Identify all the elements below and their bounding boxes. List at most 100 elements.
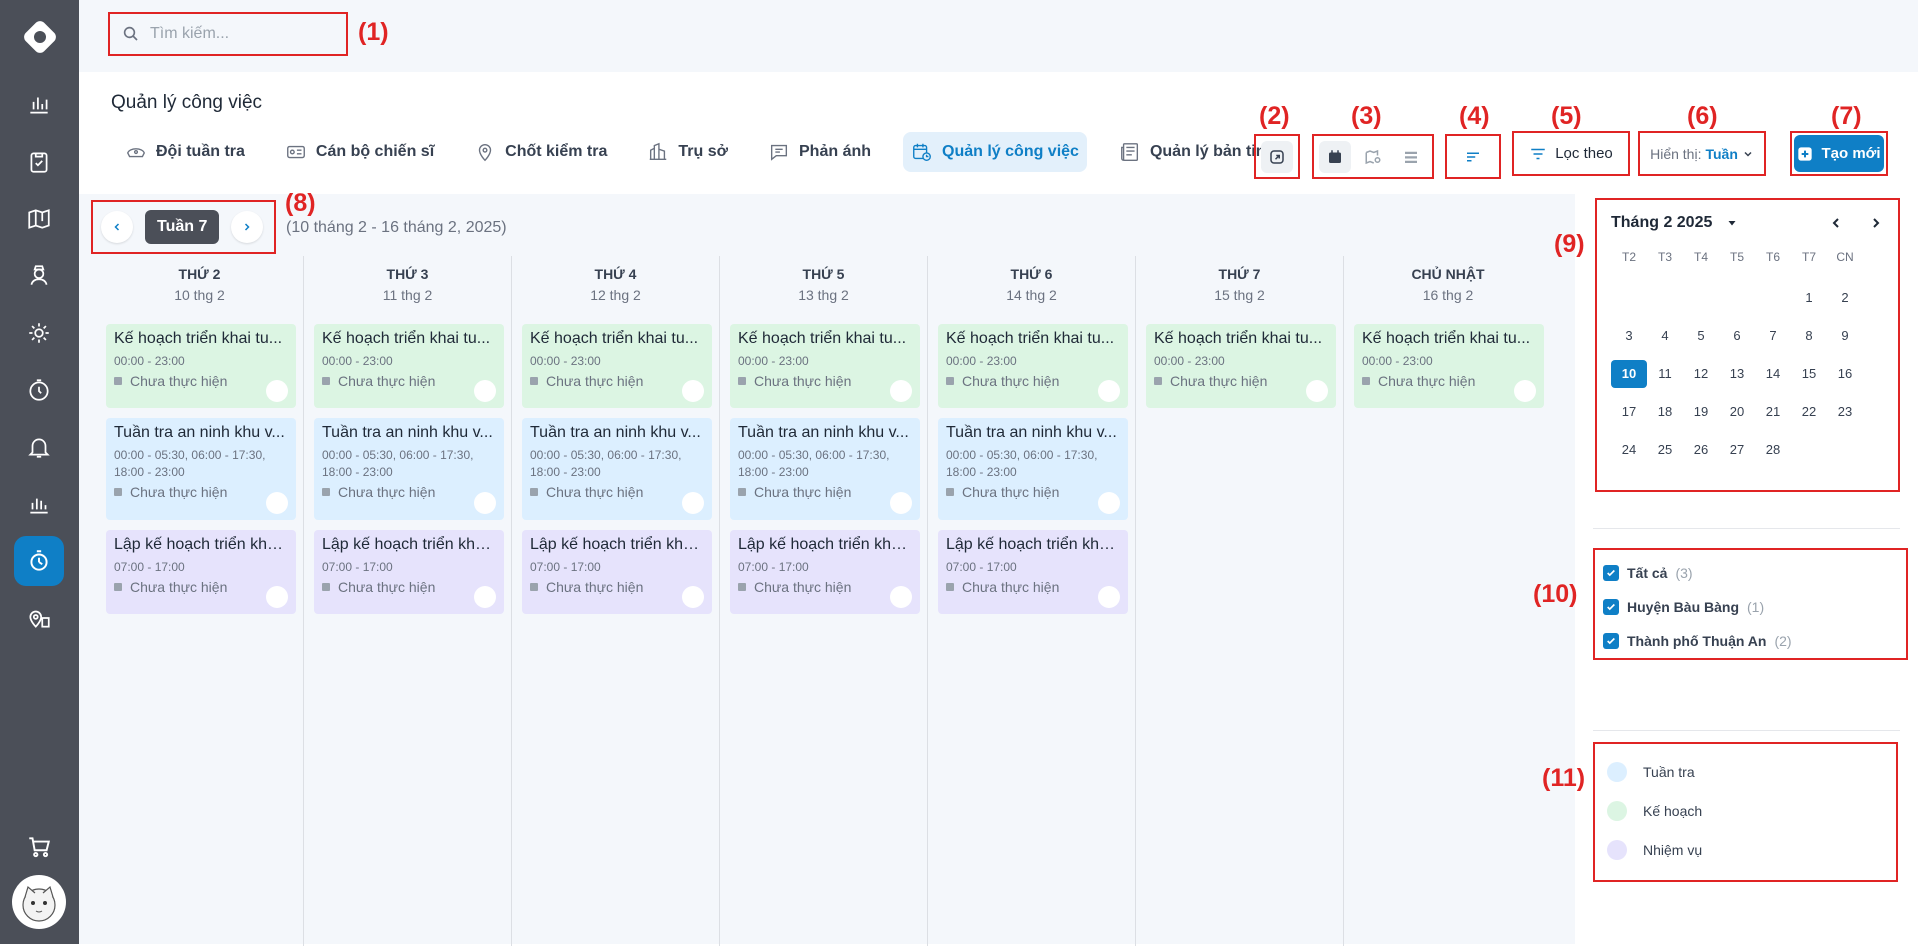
calendar-day[interactable]: 6 <box>1719 322 1755 350</box>
search-input[interactable]: Tìm kiếm... <box>150 25 229 43</box>
event-card-plan[interactable]: Kế hoạch triển khai tu... 00:00 - 23:00 Ch… <box>1354 324 1544 408</box>
timer-icon[interactable] <box>14 365 64 415</box>
filter-button[interactable]: Lọc theo <box>1512 131 1630 176</box>
event-card-task[interactable]: Lập kế hoạch triển kha... 07:00 - 17:00 Ch… <box>730 530 920 614</box>
calendar-day[interactable]: 1 <box>1791 284 1827 312</box>
event-status: Chưa thực hiện <box>738 373 912 389</box>
calendar-day[interactable]: 13 <box>1719 360 1755 388</box>
event-title: Lập kế hoạch triển kha... <box>738 536 912 553</box>
next-week-button[interactable] <box>231 211 264 243</box>
calendar-day[interactable]: 24 <box>1611 436 1647 464</box>
prev-week-button[interactable] <box>101 211 133 243</box>
calendar-day[interactable]: 15 <box>1791 360 1827 388</box>
calendar-day[interactable]: 8 <box>1791 322 1827 350</box>
calendar-day[interactable]: 19 <box>1683 398 1719 426</box>
calendar-day[interactable]: 21 <box>1755 398 1791 426</box>
tab-feedback[interactable]: Phản ánh <box>760 132 879 172</box>
calendar-day[interactable]: 22 <box>1791 398 1827 426</box>
calendar-day[interactable]: 23 <box>1827 398 1863 426</box>
calendar-month-label[interactable]: Tháng 2 2025 <box>1611 214 1712 232</box>
calendar-day[interactable]: 25 <box>1647 436 1683 464</box>
event-card-patrol[interactable]: Tuần tra an ninh khu v... 00:00 - 05:30, … <box>106 418 296 520</box>
list-view-button[interactable] <box>1395 141 1427 173</box>
checkbox-checked-icon[interactable] <box>1603 599 1619 615</box>
create-new-button[interactable]: Tạo mới <box>1794 135 1884 172</box>
search-box[interactable]: Tìm kiếm... <box>108 12 348 56</box>
tab-checkpoints[interactable]: Chốt kiểm tra <box>466 132 615 172</box>
event-card-patrol[interactable]: Tuần tra an ninh khu v... 00:00 - 05:30, … <box>522 418 712 520</box>
prev-month-button[interactable] <box>1828 215 1844 231</box>
user-avatar[interactable] <box>12 875 66 929</box>
event-card-plan[interactable]: Kế hoạch triển khai tu... 00:00 - 23:00 Ch… <box>730 324 920 408</box>
clipboard-check-icon[interactable] <box>14 137 64 187</box>
event-status: Chưa thực hiện <box>1362 373 1536 389</box>
event-card-plan[interactable]: Kế hoạch triển khai tu... 00:00 - 23:00 Ch… <box>1146 324 1336 408</box>
calendar-view-button[interactable] <box>1319 140 1351 173</box>
display-mode-select[interactable]: Hiển thị: Tuần <box>1638 131 1766 176</box>
calendar-day[interactable]: 18 <box>1647 398 1683 426</box>
area-filter-thuan-an[interactable]: Thành phố Thuận An (2) <box>1603 624 1898 658</box>
calendar-day[interactable]: 11 <box>1647 360 1683 388</box>
calendar-day[interactable]: 3 <box>1611 322 1647 350</box>
event-card-plan[interactable]: Kế hoạch triển khai tu... 00:00 - 23:00 Ch… <box>938 324 1128 408</box>
gear-icon[interactable] <box>14 308 64 358</box>
event-card-task[interactable]: Lập kế hoạch triển kha... 07:00 - 17:00 Ch… <box>314 530 504 614</box>
chevron-left-icon <box>114 223 120 231</box>
event-card-task[interactable]: Lập kế hoạch triển kha... 07:00 - 17:00 Ch… <box>938 530 1128 614</box>
event-card-plan[interactable]: Kế hoạch triển khai tu... 00:00 - 23:00 Ch… <box>522 324 712 408</box>
checkbox-checked-icon[interactable] <box>1603 633 1619 649</box>
tab-patrol-team[interactable]: Đội tuần tra <box>117 132 253 172</box>
tab-headquarters[interactable]: Trụ sở <box>639 132 736 172</box>
event-status: Chưa thực hiện <box>114 373 288 389</box>
event-card-patrol[interactable]: Tuần tra an ninh khu v... 00:00 - 05:30, … <box>938 418 1128 520</box>
area-filter-bau-bang[interactable]: Huyện Bàu Bàng (1) <box>1603 590 1898 624</box>
dashboard-icon[interactable] <box>14 79 64 129</box>
calendar-day[interactable]: 4 <box>1647 322 1683 350</box>
sort-button[interactable] <box>1445 134 1501 179</box>
calendar-day[interactable]: 16 <box>1827 360 1863 388</box>
event-title: Tuần tra an ninh khu v... <box>114 424 285 441</box>
area-filter-all[interactable]: Tất cả (3) <box>1603 556 1898 590</box>
calendar-day[interactable]: 14 <box>1755 360 1791 388</box>
calendar-day[interactable]: 12 <box>1683 360 1719 388</box>
officer-icon[interactable] <box>14 251 64 301</box>
event-card-task[interactable]: Lập kế hoạch triển kha... 07:00 - 17:00 Ch… <box>522 530 712 614</box>
calendar-day[interactable]: 26 <box>1683 436 1719 464</box>
annotation-marker: (11) <box>1542 764 1586 792</box>
tab-news-management[interactable]: Quản lý bản tin <box>1111 132 1274 172</box>
next-month-button[interactable] <box>1868 215 1884 231</box>
bar-chart-icon[interactable] <box>14 479 64 529</box>
location-building-icon[interactable] <box>14 593 64 643</box>
event-card-task[interactable]: Lập kế hoạch triển kha... 07:00 - 17:00 Ch… <box>106 530 296 614</box>
event-card-plan[interactable]: Kế hoạch triển khai tu... 00:00 - 23:00 Ch… <box>314 324 504 408</box>
share-button[interactable] <box>1254 134 1300 179</box>
event-title: Kế hoạch triển khai tu... <box>322 330 491 347</box>
calendar-day[interactable]: 7 <box>1755 322 1791 350</box>
assignee-avatar <box>682 492 704 514</box>
event-card-patrol[interactable]: Tuần tra an ninh khu v... 00:00 - 05:30, … <box>314 418 504 520</box>
calendar-day[interactable]: 20 <box>1719 398 1755 426</box>
tab-task-management[interactable]: Quản lý công việc <box>903 132 1087 172</box>
event-title: Lập kế hoạch triển kha... <box>322 536 496 553</box>
calendar-day[interactable]: 9 <box>1827 322 1863 350</box>
annotation-marker: (10) <box>1533 580 1578 608</box>
calendar-icon <box>1329 149 1341 163</box>
calendar-day[interactable]: 17 <box>1611 398 1647 426</box>
caret-down-icon[interactable] <box>1726 217 1738 229</box>
map-view-button[interactable] <box>1357 141 1389 173</box>
bell-icon[interactable] <box>14 422 64 472</box>
map-pin-icon[interactable] <box>14 194 64 244</box>
app-logo[interactable] <box>21 18 59 56</box>
event-card-patrol[interactable]: Tuần tra an ninh khu v... 00:00 - 05:30, … <box>730 418 920 520</box>
cart-icon[interactable] <box>14 822 64 872</box>
calendar-day[interactable]: 27 <box>1719 436 1755 464</box>
calendar-day[interactable]: 2 <box>1827 284 1863 312</box>
calendar-day[interactable]: 10 <box>1611 360 1647 388</box>
day-column: THỨ 3 11 thg 2 Kế hoạch triển khai tu...… <box>304 256 512 946</box>
checkbox-checked-icon[interactable] <box>1603 565 1619 581</box>
task-management-icon[interactable] <box>14 536 64 586</box>
tab-officers[interactable]: Cán bộ chiến sĩ <box>277 132 442 172</box>
calendar-day[interactable]: 5 <box>1683 322 1719 350</box>
calendar-day[interactable]: 28 <box>1755 436 1791 464</box>
event-card-plan[interactable]: Kế hoạch triển khai tu... 00:00 - 23:00 Ch… <box>106 324 296 408</box>
